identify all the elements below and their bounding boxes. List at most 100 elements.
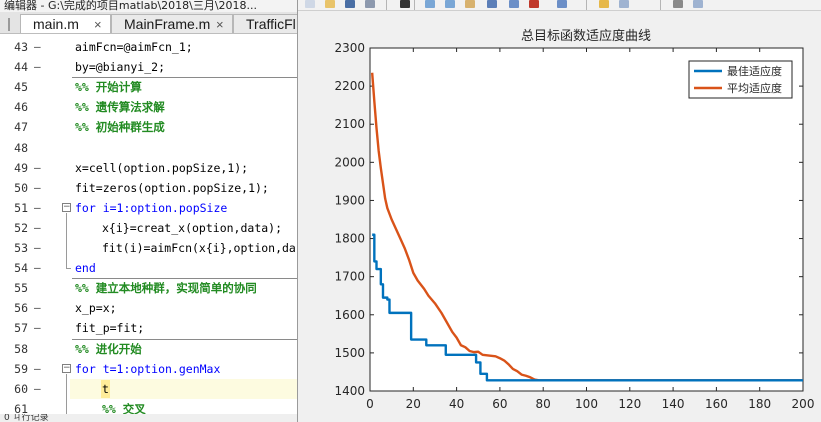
x-tick-label: 0 [366, 397, 374, 411]
y-tick-label: 2100 [334, 117, 365, 131]
hide-plot-tools-icon[interactable] [672, 0, 684, 9]
toolbar-glyph [619, 0, 629, 8]
line-number: 43 [14, 40, 28, 54]
breakpoint-marker[interactable]: — [34, 318, 44, 338]
code-text: x{i}=creat_x(option,data); [102, 220, 283, 235]
code-line[interactable]: 50 — fit=zeros(option.popSize,1); [0, 178, 297, 198]
zoom-in-icon[interactable] [424, 0, 436, 9]
code-text: %% 建立本地种群，实现简单的协同 [75, 281, 257, 296]
code-text: fit(i)=aimFcn(x{i},option,da [102, 241, 296, 255]
code-line[interactable]: 45 %% 开始计算 [0, 77, 297, 97]
editor-title-bar: 编辑器 - G:\完成的项目matlab\2018\三月\2018... [0, 0, 297, 12]
code-line[interactable]: 52 — x{i}=creat_x(option,data); [0, 218, 297, 238]
tab-scroll-handle[interactable] [0, 14, 20, 33]
tab-label: TrafficFl [246, 16, 296, 32]
zoom-out-icon[interactable] [444, 0, 456, 9]
code-text: aimFcn=@aimFcn_1; [75, 40, 193, 54]
x-tick-label: 60 [492, 397, 507, 411]
line-number: 53 [14, 241, 28, 255]
editor-tab-bar: main.m × MainFrame.m × TrafficFl [0, 12, 297, 34]
legend-icon[interactable] [618, 0, 630, 9]
breakpoint-marker[interactable]: — [34, 238, 44, 258]
code-line[interactable]: 54 — end [0, 258, 297, 278]
y-tick-label: 1600 [334, 308, 365, 322]
line-number: 58 [14, 341, 28, 356]
code-text: x_p=x; [75, 301, 117, 316]
tab-trafficflow[interactable]: TrafficFl [233, 14, 297, 33]
code-line[interactable]: 53 — fit(i)=aimFcn(x{i},option,da [0, 238, 297, 258]
close-icon[interactable]: × [94, 15, 102, 33]
breakpoint-marker[interactable]: — [34, 57, 44, 77]
breakpoint-marker[interactable]: — [34, 258, 44, 278]
code-line[interactable]: 47 %% 初始种群生成 [0, 117, 297, 137]
fold-toggle-icon[interactable]: − [62, 202, 71, 212]
data-cursor-icon[interactable] [508, 0, 520, 9]
toolbar-glyph [465, 0, 475, 8]
line-number: 47 [14, 120, 28, 135]
code-line[interactable]: 49 — x=cell(option.popSize,1); [0, 158, 297, 178]
breakpoint-marker[interactable]: — [34, 158, 44, 178]
code-line[interactable]: 56 — x_p=x; [0, 298, 297, 318]
save-icon[interactable] [344, 0, 356, 9]
breakpoint-marker[interactable]: — [34, 198, 44, 218]
line-number: 60 [14, 381, 28, 396]
code-line[interactable]: 57 — fit_p=fit; [0, 318, 297, 338]
toolbar-glyph [487, 0, 497, 8]
code-line[interactable]: 51 — for i=1:option.popSize [0, 198, 297, 218]
legend[interactable]: 最佳适应度平均适应度 [688, 60, 793, 99]
rotate-icon[interactable] [486, 0, 498, 9]
section-divider [72, 278, 297, 280]
brush-icon[interactable] [528, 0, 540, 9]
section-divider [72, 338, 297, 340]
print-icon[interactable] [364, 0, 376, 9]
code-text: %% 遗传算法求解 [75, 100, 165, 115]
toolbar-glyph [345, 0, 355, 8]
breakpoint-marker[interactable]: — [34, 178, 44, 198]
y-tick-label: 2000 [334, 155, 365, 169]
code-line[interactable]: 58 %% 进化开始 [0, 339, 297, 359]
line-number: 57 [14, 321, 28, 336]
pointer-icon[interactable] [399, 0, 411, 9]
plot-area [369, 47, 804, 392]
breakpoint-marker[interactable]: — [34, 37, 44, 57]
x-tick-label: 140 [662, 397, 685, 411]
line-number: 44 [14, 60, 28, 75]
code-line[interactable]: 59 — for t=1:option.genMax [0, 359, 297, 379]
breakpoint-marker[interactable]: — [34, 379, 44, 399]
breakpoint-marker[interactable]: — [34, 359, 44, 379]
tab-main-m[interactable]: main.m × [20, 14, 111, 33]
x-tick-label: 120 [618, 397, 641, 411]
open-file-icon[interactable] [324, 0, 336, 9]
pan-icon[interactable] [464, 0, 476, 9]
toolbar-glyph [445, 0, 455, 8]
line-number: 56 [14, 301, 28, 316]
code-area[interactable]: 43 — aimFcn=@aimFcn_1; 44 — by=@bianyi_2; 45%%… [0, 35, 297, 422]
code-line[interactable]: 55 %% 建立本地种群，实现简单的协同 [0, 278, 297, 298]
code-line[interactable]: 60 — t [0, 379, 297, 399]
toolbar-separator [414, 0, 415, 10]
link-icon[interactable] [556, 0, 568, 9]
code-text: fit_p=fit; [75, 321, 145, 336]
toolbar-separator [386, 0, 387, 10]
toolbar-glyph [693, 0, 703, 8]
fold-toggle-icon[interactable]: − [62, 363, 71, 373]
code-line[interactable]: 43 — aimFcn=@aimFcn_1; [0, 37, 297, 57]
section-divider [72, 77, 297, 79]
y-tick-label: 2300 [334, 41, 365, 55]
y-tick-label: 1700 [334, 270, 365, 284]
line-number: 51 [14, 200, 28, 215]
breakpoint-marker[interactable]: — [34, 298, 44, 318]
tab-mainframe-m[interactable]: MainFrame.m × [111, 14, 233, 33]
close-icon[interactable]: × [216, 15, 224, 33]
tab-label: MainFrame.m [124, 16, 211, 32]
code-line[interactable]: 46 %% 遗传算法求解 [0, 97, 297, 117]
new-figure-icon[interactable] [304, 0, 316, 9]
code-text: t [102, 381, 109, 396]
code-line[interactable]: 48 [0, 138, 297, 158]
code-line[interactable]: 44 — by=@bianyi_2; [0, 57, 297, 77]
code-text: by=@bianyi_2; [75, 60, 166, 75]
breakpoint-marker[interactable]: — [34, 218, 44, 238]
x-tick-label: 20 [406, 397, 421, 411]
colorbar-icon[interactable] [598, 0, 610, 9]
show-plot-tools-icon[interactable] [692, 0, 704, 9]
